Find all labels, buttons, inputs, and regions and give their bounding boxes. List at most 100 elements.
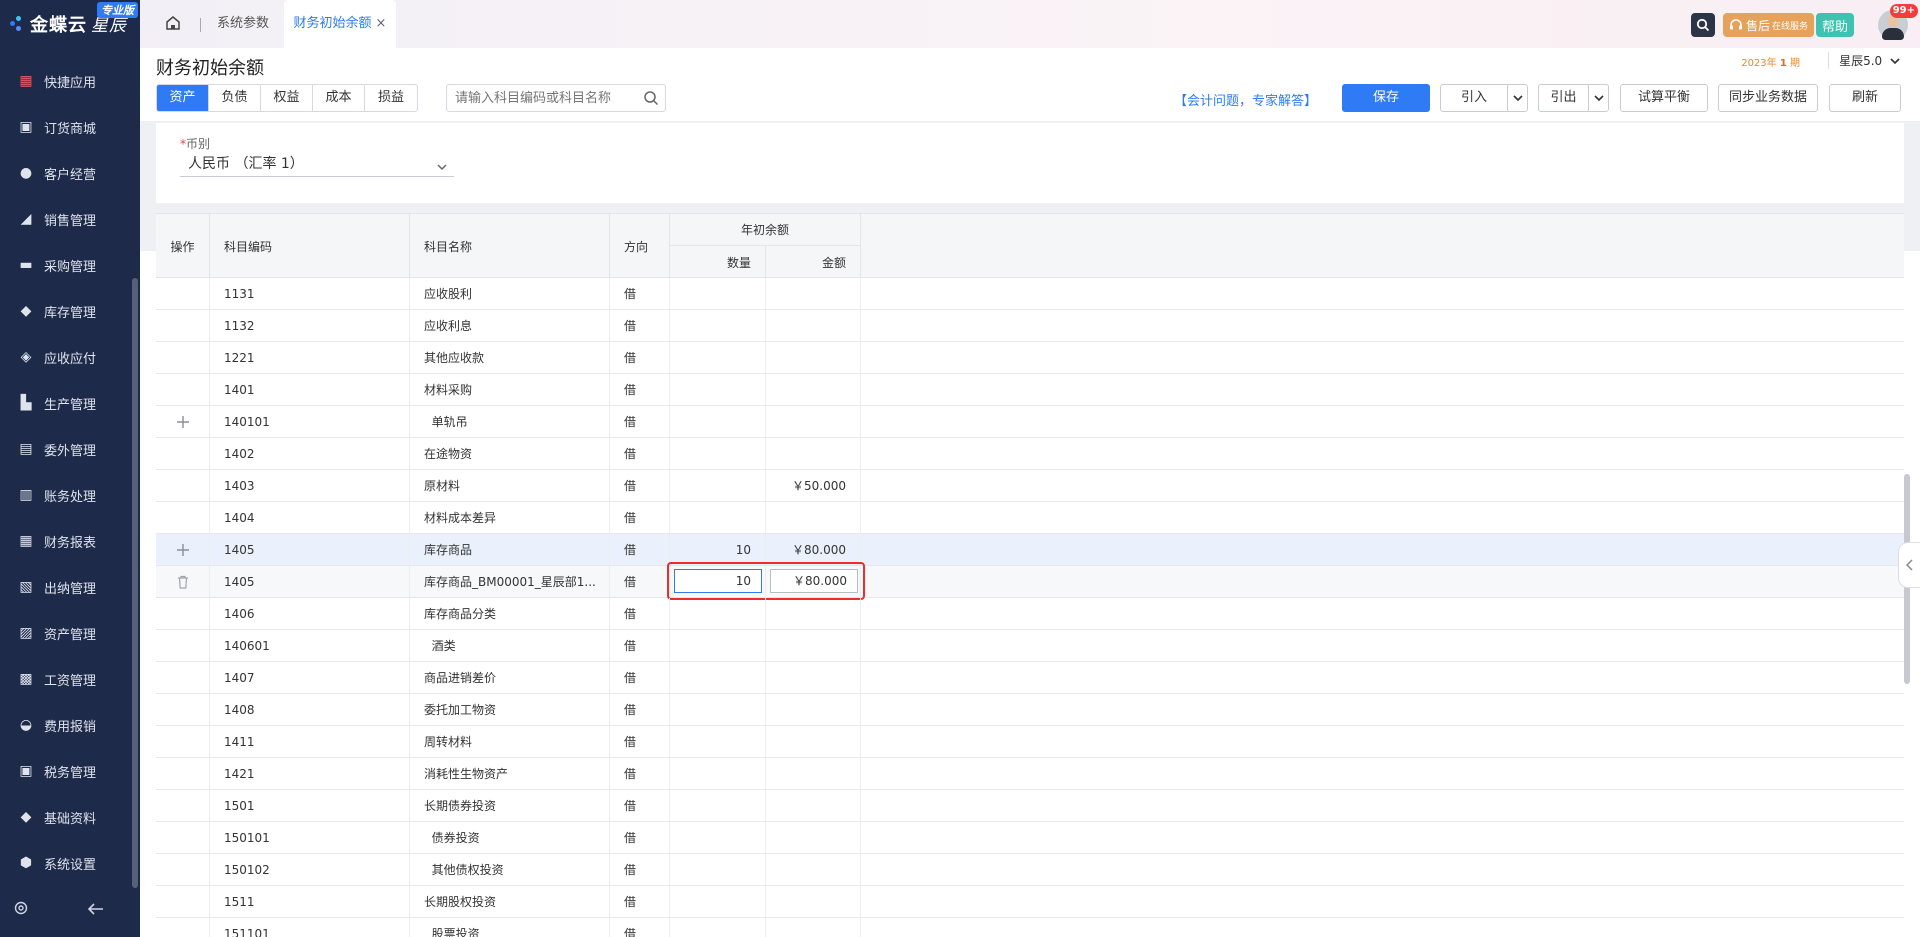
quantity-cell[interactable]	[670, 598, 766, 629]
tab-segment-1[interactable]: 负债	[209, 85, 261, 111]
account-search[interactable]	[446, 84, 666, 112]
tab-segment-3[interactable]: 成本	[313, 85, 365, 111]
amount-cell[interactable]	[766, 822, 861, 853]
amount-cell[interactable]	[766, 918, 861, 937]
currency-select[interactable]: 人民币 （汇率 1）	[180, 153, 454, 177]
sidebar-item-1[interactable]: ▣ 订货商城	[0, 104, 134, 150]
amount-cell[interactable]	[766, 502, 861, 533]
table-row[interactable]: 单轨吊 140101 借	[156, 406, 1904, 438]
user-avatar[interactable]: 99+	[1878, 4, 1918, 40]
amount-cell[interactable]	[766, 758, 861, 789]
delete-row-trash-icon[interactable]	[156, 566, 210, 597]
sidebar-item-2[interactable]: ● 客户经营	[0, 150, 134, 196]
amount-cell[interactable]	[766, 630, 861, 661]
amount-cell[interactable]	[766, 662, 861, 693]
quantity-cell[interactable]	[670, 662, 766, 693]
sidebar-item-11[interactable]: ▧ 出纳管理	[0, 564, 134, 610]
quantity-cell[interactable]	[670, 758, 766, 789]
sidebar-item-4[interactable]: ▬ 采购管理	[0, 242, 134, 288]
add-row-plus-icon[interactable]	[156, 406, 210, 437]
sidebar-item-6[interactable]: ◈ 应收应付	[0, 334, 134, 380]
amount-cell[interactable]	[766, 374, 861, 405]
quantity-cell[interactable]	[670, 694, 766, 725]
quantity-cell[interactable]	[670, 790, 766, 821]
tab-financial-opening-balance[interactable]: 财务初始余额 ×	[284, 0, 396, 48]
table-row[interactable]: 其他应收款 1221 借	[156, 342, 1904, 374]
export-button[interactable]: 引出	[1538, 84, 1609, 112]
brand-logo[interactable]: 金蝶云 星辰 专业版	[0, 0, 140, 48]
quantity-cell[interactable]	[670, 374, 766, 405]
quantity-cell[interactable]	[670, 886, 766, 917]
quantity-cell[interactable]: 10	[670, 534, 766, 565]
sidebar-item-15[interactable]: ▣ 税务管理	[0, 748, 134, 794]
amount-cell[interactable]	[766, 886, 861, 917]
quantity-cell[interactable]	[670, 630, 766, 661]
sidebar-item-16[interactable]: ◆ 基础资料	[0, 794, 134, 840]
table-row[interactable]: 债券投资 150101 借	[156, 822, 1904, 854]
sidebar-item-13[interactable]: ▩ 工资管理	[0, 656, 134, 702]
refresh-button[interactable]: 刷新	[1829, 84, 1901, 112]
quantity-cell[interactable]	[670, 438, 766, 469]
import-button[interactable]: 引入	[1440, 84, 1528, 112]
quantity-cell[interactable]	[670, 310, 766, 341]
amount-cell[interactable]: ￥80.000	[766, 534, 861, 565]
sidebar-item-8[interactable]: ▤ 委外管理	[0, 426, 134, 472]
sidebar-item-0[interactable]: ▦ 快捷应用	[0, 58, 134, 104]
search-icon[interactable]	[643, 90, 659, 110]
sidebar-scrollbar[interactable]	[132, 278, 138, 888]
quantity-cell[interactable]	[670, 502, 766, 533]
table-row[interactable]: 在途物资 1402 借	[156, 438, 1904, 470]
sidebar-item-5[interactable]: ◆ 库存管理	[0, 288, 134, 334]
tab-segment-4[interactable]: 损益	[365, 85, 417, 111]
quantity-cell[interactable]	[670, 822, 766, 853]
settings-gear-icon[interactable]	[14, 900, 28, 919]
sidebar-item-7[interactable]: ▙ 生产管理	[0, 380, 134, 426]
export-dropdown-toggle[interactable]	[1588, 85, 1608, 111]
sidebar-item-14[interactable]: ◒ 费用报销	[0, 702, 134, 748]
import-dropdown-toggle[interactable]	[1507, 85, 1527, 111]
quantity-cell[interactable]	[670, 342, 766, 373]
table-row[interactable]: 材料成本差异 1404 借	[156, 502, 1904, 534]
table-row[interactable]: 应收股利 1131 借	[156, 278, 1904, 310]
amount-cell[interactable]	[766, 790, 861, 821]
expert-help-link[interactable]: 【会计问题，专家解答】	[1174, 90, 1317, 109]
table-row[interactable]: 库存商品分类 1406 借	[156, 598, 1904, 630]
sidebar-item-10[interactable]: ▦ 财务报表	[0, 518, 134, 564]
tab-system-params[interactable]: 系统参数	[217, 0, 269, 48]
home-icon[interactable]	[164, 14, 182, 32]
quantity-cell[interactable]	[670, 470, 766, 501]
table-row[interactable]: 委托加工物资 1408 借	[156, 694, 1904, 726]
amount-cell[interactable]	[766, 406, 861, 437]
table-row[interactable]: 原材料 1403 借 ￥50.000	[156, 470, 1904, 502]
tab-close-icon[interactable]: ×	[376, 16, 387, 31]
add-row-plus-icon[interactable]	[156, 534, 210, 565]
amount-cell[interactable]	[766, 438, 861, 469]
after-sales-service-button[interactable]: 售后 在线服务	[1722, 13, 1814, 37]
amount-cell[interactable]	[766, 310, 861, 341]
quantity-cell[interactable]	[670, 406, 766, 437]
save-button[interactable]: 保存	[1342, 84, 1430, 112]
sidebar-item-9[interactable]: ▥ 账务处理	[0, 472, 134, 518]
sidebar-item-17[interactable]: ⬢ 系统设置	[0, 840, 134, 886]
table-row[interactable]: 商品进销差价 1407 借	[156, 662, 1904, 694]
table-row[interactable]: 消耗性生物资产 1421 借	[156, 758, 1904, 790]
tab-segment-2[interactable]: 权益	[261, 85, 313, 111]
amount-cell[interactable]: ￥50.000	[766, 470, 861, 501]
amount-cell[interactable]	[766, 278, 861, 309]
amount-cell[interactable]	[766, 342, 861, 373]
amount-cell[interactable]	[766, 854, 861, 885]
quantity-cell[interactable]	[670, 854, 766, 885]
global-search-button[interactable]	[1690, 13, 1715, 37]
table-row[interactable]: 库存商品_BM00001_星辰部1... 1405 借 10 ￥80.000	[156, 562, 1904, 600]
table-row[interactable]: 股票投资 151101 借	[156, 918, 1904, 937]
side-panel-toggle[interactable]	[1898, 542, 1920, 588]
amount-cell[interactable]	[766, 598, 861, 629]
collapse-arrow-left-icon[interactable]	[87, 900, 104, 919]
table-row[interactable]: 材料采购 1401 借	[156, 374, 1904, 406]
tab-segment-0[interactable]: 资产	[157, 85, 209, 111]
sidebar-item-3[interactable]: ◢ 销售管理	[0, 196, 134, 242]
quantity-cell[interactable]	[670, 726, 766, 757]
quantity-cell[interactable]	[670, 278, 766, 309]
sync-business-data-button[interactable]: 同步业务数据	[1718, 84, 1818, 112]
table-row[interactable]: 酒类 140601 借	[156, 630, 1904, 662]
